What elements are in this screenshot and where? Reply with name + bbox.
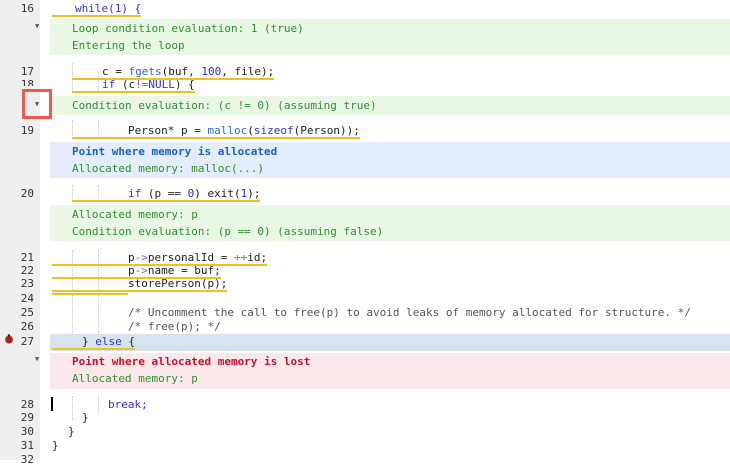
code-line[interactable]: } <box>68 425 75 438</box>
annotation-message: Loop condition evaluation: 1 (true) <box>72 22 304 35</box>
code-text: personalId = <box>147 251 234 264</box>
code-text: } <box>82 335 96 348</box>
code-text: name = buf; <box>147 264 221 277</box>
text-cursor <box>51 397 53 411</box>
code-text: (c <box>115 78 136 91</box>
code-text: { <box>121 335 135 348</box>
code-text: != <box>135 78 149 91</box>
line-number: 17 <box>20 65 34 78</box>
annotation-message: Point where allocated memory is lost <box>72 355 311 368</box>
code-line[interactable]: break; <box>108 398 148 411</box>
ladybug-icon[interactable] <box>4 334 14 344</box>
code-text: (buf, <box>161 65 202 78</box>
annotation-message: Allocated memory: malloc(...) <box>72 162 265 175</box>
code-line[interactable]: p->name = buf; <box>52 264 221 279</box>
code-text: if <box>102 78 116 91</box>
code-text: Person* p = <box>128 124 208 137</box>
line-number: 30 <box>20 425 34 438</box>
code-text: else <box>95 335 122 348</box>
code-line[interactable]: } else { <box>52 335 135 350</box>
code-text: id; <box>247 251 268 264</box>
code-text: fgets <box>128 65 162 78</box>
line-number: 19 <box>20 124 34 137</box>
code-line[interactable]: p->personalId = ++id; <box>52 251 268 266</box>
code-text: ) exit( <box>194 187 241 200</box>
code-line[interactable]: storePerson(p); <box>52 277 228 292</box>
chevron-down-icon[interactable]: ▼ <box>35 355 43 363</box>
code-line[interactable]: while(1) { <box>52 2 142 17</box>
code-text: -> <box>134 264 148 277</box>
code-text: ++ <box>233 251 248 264</box>
line-number: 20 <box>20 187 34 200</box>
code-text: (p == <box>141 187 188 200</box>
annotation-message: Allocated memory: p <box>72 372 198 385</box>
code-comment[interactable]: /* free(p); */ <box>128 320 221 333</box>
line-number: 16 <box>20 2 34 15</box>
current-line-highlight <box>50 334 730 351</box>
line-number: 23 <box>20 277 34 290</box>
line-number: 28 <box>20 398 34 411</box>
code-text: storePerson(p); <box>128 277 228 290</box>
code-text: , file); <box>221 65 275 78</box>
code-line[interactable]: c = fgets(buf, 100, file); <box>72 65 275 80</box>
chevron-down-icon[interactable]: ▼ <box>35 22 43 30</box>
code-line[interactable]: if (c!=NULL) { <box>72 78 195 93</box>
code-text: c = <box>102 65 129 78</box>
code-line[interactable]: if (p == 0) exit(1); <box>72 187 261 202</box>
code-text: -> <box>134 251 148 264</box>
code-line[interactable]: } <box>82 411 89 424</box>
code-text: p <box>128 251 135 264</box>
code-text: (Person)); <box>293 124 360 137</box>
code-text: 100 <box>201 65 222 78</box>
line-number: 21 <box>20 251 34 264</box>
code-text: sizeof <box>253 124 294 137</box>
code-text: if <box>128 187 142 200</box>
code-text: p <box>128 264 135 277</box>
line-number: 22 <box>20 264 34 277</box>
annotation-message: Point where memory is allocated <box>72 145 278 158</box>
line-number: 24 <box>20 292 34 305</box>
code-line[interactable] <box>52 290 128 295</box>
code-comment[interactable]: /* Uncomment the call to free(p) to avoi… <box>128 306 691 319</box>
line-number: 18 <box>20 78 34 86</box>
code-text: ( <box>247 124 254 137</box>
code-text: NULL <box>148 78 175 91</box>
code-line[interactable]: Person* p = malloc(sizeof(Person)); <box>72 124 360 139</box>
line-number: 31 <box>20 439 34 452</box>
code-line[interactable]: } <box>52 439 59 452</box>
code-text: ); <box>247 187 261 200</box>
line-number: 29 <box>20 411 34 424</box>
line-number: 26 <box>20 320 34 333</box>
code-text: ) { <box>174 78 195 91</box>
annotation-message: Allocated memory: p <box>72 208 198 221</box>
code-text: while(1) { <box>75 2 142 15</box>
code-text: malloc <box>207 124 248 137</box>
line-number: 25 <box>20 306 34 319</box>
annotation-message: Condition evaluation: (p == 0) (assuming… <box>72 225 384 238</box>
annotation-message: Condition evaluation: (c != 0) (assuming… <box>72 99 377 112</box>
annotation-message: Entering the loop <box>72 39 185 52</box>
highlight-box <box>22 89 52 119</box>
